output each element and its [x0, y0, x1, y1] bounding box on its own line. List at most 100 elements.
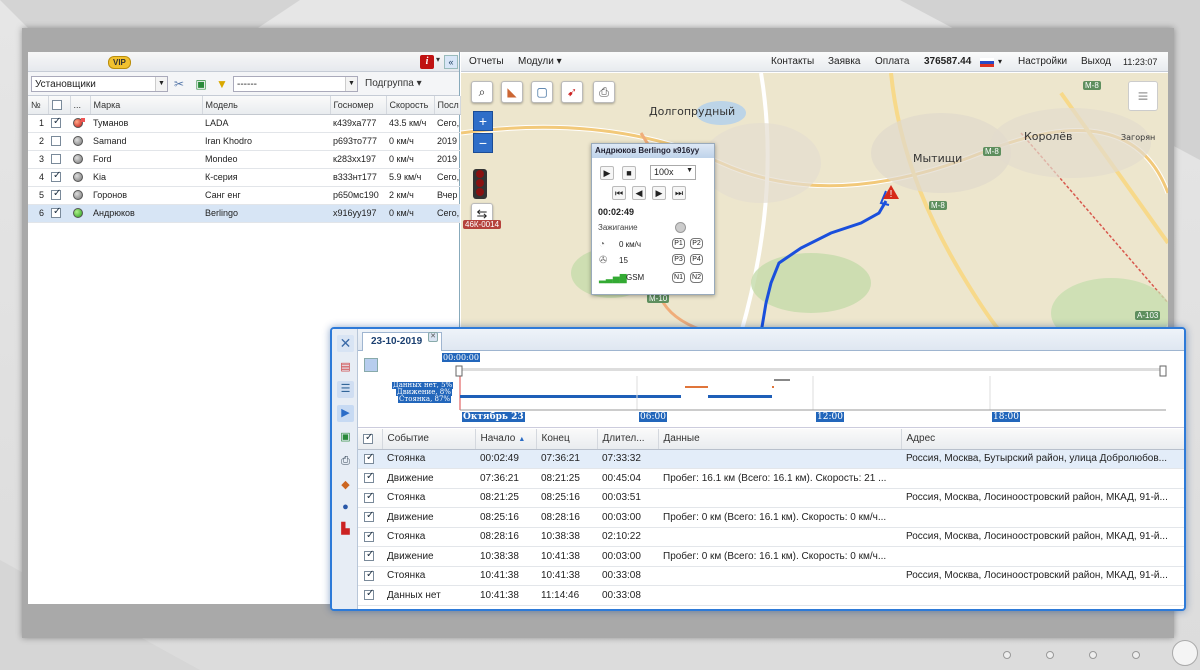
row-checkbox[interactable] — [364, 471, 374, 484]
row-checkbox[interactable] — [51, 170, 61, 183]
col-address[interactable]: Адрес — [901, 429, 1184, 450]
play-icon[interactable]: ▶ — [337, 405, 354, 422]
col-duration[interactable]: Длител... — [597, 429, 659, 450]
nav-settings[interactable]: Настройки — [1018, 56, 1067, 67]
event-row[interactable]: Движение08:25:1608:28:1600:03:00Пробег: … — [358, 507, 1184, 528]
list-icon[interactable]: ☰ — [337, 381, 354, 398]
skip-start-button[interactable]: ⏮ — [612, 186, 626, 200]
carousel-active-dot[interactable] — [1172, 640, 1198, 666]
row-checkbox[interactable] — [51, 116, 61, 129]
col-speed[interactable]: Скорость — [386, 96, 435, 115]
layers-icon[interactable]: ≡ — [1128, 81, 1158, 111]
col-end[interactable]: Конец — [536, 429, 598, 450]
filter-icon[interactable]: ▼ — [215, 77, 229, 91]
nav-request[interactable]: Заявка — [828, 56, 861, 67]
settings-tools-icon[interactable]: ✂ — [172, 77, 186, 91]
carousel-dot[interactable] — [1003, 651, 1011, 659]
select-all-checkbox[interactable] — [51, 100, 62, 111]
nav-contacts[interactable]: Контакты — [771, 56, 814, 67]
row-checkbox[interactable] — [51, 154, 61, 165]
vehicle-row[interactable]: 2 Samand Iran Khodro р693то777 0 км/ч 2019 — [28, 132, 460, 151]
search-icon[interactable]: ⌕ — [471, 81, 493, 103]
event-data — [658, 488, 901, 508]
zoom-in-button[interactable]: + — [473, 111, 493, 131]
step-forward-button[interactable]: ▶ — [652, 186, 666, 200]
step-back-button[interactable]: ◀ — [632, 186, 646, 200]
vehicle-row[interactable]: 6 АндрюковBerlingoх916уу1970 км/чСего, — [28, 204, 460, 223]
event-row[interactable]: Стоянка00:02:4907:36:2107:33:32 Россия, М… — [358, 449, 1184, 469]
row-checkbox[interactable] — [364, 530, 374, 542]
col-last[interactable]: Посл — [434, 96, 461, 115]
event-row[interactable]: Стоянка08:28:1610:38:3802:10:22 Россия, М… — [358, 527, 1184, 547]
vehicle-row[interactable]: 1 ТумановLADAк439ха77743.5 км/чСего, — [28, 114, 460, 133]
map-track-icon[interactable]: ◆ — [337, 477, 354, 494]
speed-multiplier-select[interactable]: 100х ▼ — [650, 165, 696, 180]
row-checkbox[interactable] — [51, 206, 61, 219]
vehicle-last: Вчер — [434, 186, 460, 205]
col-num[interactable]: № — [28, 96, 49, 115]
event-duration: 02:10:22 — [597, 527, 658, 547]
globe-icon[interactable]: ● — [337, 499, 354, 516]
event-row[interactable]: Стоянка10:41:3810:41:3800:33:08Россия, М… — [358, 566, 1184, 586]
col-brand[interactable]: Марка — [90, 96, 203, 115]
collapse-panel-button[interactable]: « — [444, 55, 458, 69]
print-icon[interactable]: ⎙ — [337, 453, 354, 470]
nav-reports[interactable]: Отчеты — [469, 56, 504, 67]
event-row[interactable]: Стоянка08:21:2508:25:1600:03:51 Россия, М… — [358, 488, 1184, 508]
warning-icon[interactable]: ! — [883, 185, 899, 199]
carousel-dot[interactable] — [1132, 651, 1140, 659]
language-dropdown[interactable]: ▾ — [998, 57, 1002, 66]
pin-icon[interactable]: ➹ — [561, 81, 583, 103]
event-row[interactable]: Данных нет10:41:3811:14:4600:33:08 — [358, 585, 1184, 606]
close-tab-icon[interactable]: ✕ — [428, 332, 438, 342]
export-excel-icon[interactable]: ▣ — [194, 77, 208, 91]
col-check[interactable] — [48, 96, 71, 115]
vehicle-row[interactable]: 3 Ford Mondeo к283хх197 0 км/ч 2019 — [28, 150, 460, 169]
group-select[interactable]: Установщики ▼ — [31, 76, 168, 92]
row-checkbox[interactable] — [364, 588, 374, 601]
play-button[interactable]: ▶ — [600, 166, 614, 180]
row-checkbox[interactable] — [364, 569, 374, 581]
measure-icon[interactable]: ◣ — [501, 81, 523, 103]
col-status[interactable]: ... — [70, 96, 91, 115]
nav-payment[interactable]: Оплата — [875, 56, 909, 67]
stop-button[interactable]: ■ — [622, 166, 636, 180]
row-checkbox[interactable] — [364, 510, 374, 523]
row-checkbox[interactable] — [51, 188, 61, 201]
flag-icon[interactable] — [980, 58, 994, 67]
vehicle-row[interactable]: 4 KiaК-серияв333нт1775.9 км/чСего, — [28, 168, 460, 187]
nav-modules[interactable]: Модули ▾ — [518, 56, 562, 67]
timeline[interactable]: 00:00:00 Данных нет, 5% Движение, 8% Сто… — [358, 352, 1184, 428]
skip-end-button[interactable]: ⏭ — [672, 186, 686, 200]
col-plate[interactable]: Госномер — [330, 96, 387, 115]
col-check[interactable] — [358, 429, 383, 450]
select-all-checkbox[interactable] — [363, 432, 373, 444]
row-checkbox[interactable] — [364, 549, 374, 562]
vehicle-row[interactable]: 5 ГороновСанг енгр650мс1902 км/чВчер — [28, 186, 460, 205]
info-icon[interactable]: i — [420, 55, 434, 69]
row-checkbox[interactable] — [51, 136, 61, 147]
nav-exit[interactable]: Выход — [1081, 56, 1111, 67]
close-icon[interactable]: ✕ — [337, 335, 354, 352]
col-data[interactable]: Данные — [658, 429, 902, 450]
calendar-icon[interactable]: ▤ — [337, 359, 354, 376]
carousel-dot[interactable] — [1046, 651, 1054, 659]
col-event[interactable]: Событие — [382, 429, 476, 450]
area-icon[interactable]: ▢ — [531, 81, 553, 103]
col-start[interactable]: Начало ▲ — [475, 429, 537, 450]
zoom-out-button[interactable]: − — [473, 133, 493, 153]
row-checkbox[interactable] — [364, 491, 374, 503]
pdf-icon[interactable]: ▙ — [337, 521, 354, 538]
chevron-down-icon[interactable]: ▾ — [436, 55, 440, 64]
event-row[interactable]: Движение10:38:3810:41:3800:03:00Пробег: … — [358, 546, 1184, 567]
print-icon[interactable]: ⎙ — [593, 81, 615, 103]
subgroup-dropdown[interactable]: Подгруппа ▾ — [365, 78, 422, 89]
vehicle-plate: р650мс190 — [330, 186, 386, 205]
carousel-dot[interactable] — [1089, 651, 1097, 659]
row-checkbox[interactable] — [364, 452, 374, 464]
col-model[interactable]: Модель — [202, 96, 331, 115]
filter-select[interactable]: ------ ▼ — [233, 76, 358, 92]
export-excel-icon[interactable]: ▣ — [337, 429, 354, 446]
event-row[interactable]: Движение07:36:2108:21:2500:45:04Пробег: … — [358, 468, 1184, 489]
traffic-light-icon[interactable] — [473, 169, 487, 199]
